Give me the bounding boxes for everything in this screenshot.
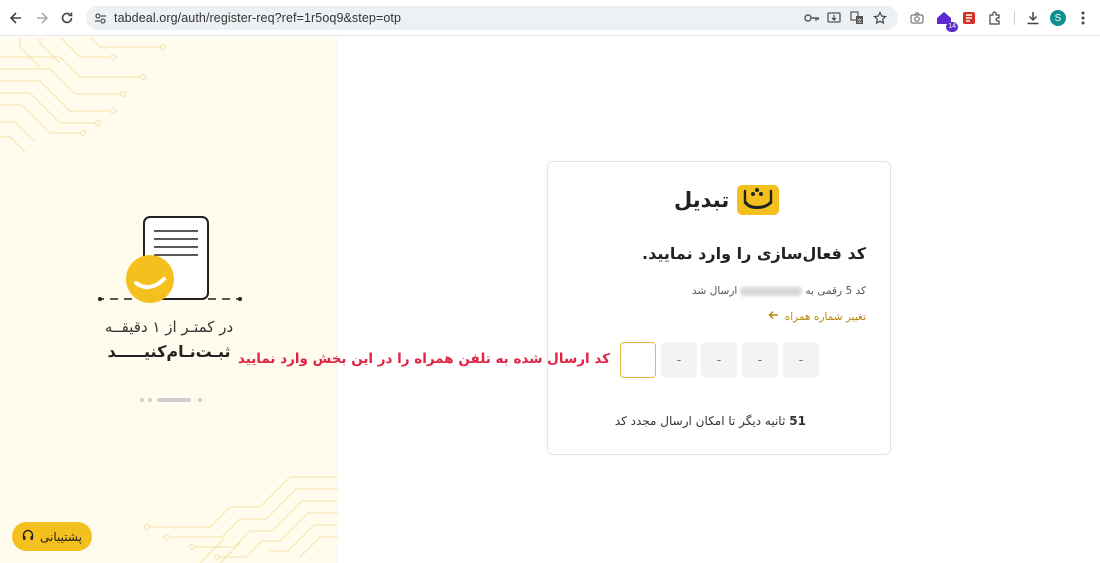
password-key-icon[interactable] xyxy=(804,10,820,26)
sent-suffix: ارسال شد xyxy=(692,285,738,297)
support-button[interactable]: پشتیبانی xyxy=(12,522,92,551)
otp-digit-5[interactable] xyxy=(620,342,656,378)
bookmark-star-icon[interactable] xyxy=(872,10,888,26)
promo-line1: در کمتـر از ۱ دقیقــه xyxy=(104,318,234,336)
circuit-decoration-top xyxy=(0,37,166,153)
back-icon[interactable] xyxy=(6,8,26,28)
download-icon[interactable] xyxy=(1024,9,1042,27)
timer-text: ثانیه دیگر تا امکان ارسال مجدد کد xyxy=(614,414,786,428)
arrow-left-icon xyxy=(768,310,779,323)
address-bar[interactable]: tabdeal.org/auth/register-req?ref=1r5oq9… xyxy=(86,6,898,30)
logo-mark-icon xyxy=(737,185,780,215)
otp-digit-2[interactable]: - xyxy=(742,342,778,378)
site-settings-icon[interactable] xyxy=(92,10,108,26)
forward-icon[interactable] xyxy=(32,8,52,28)
carousel-dots[interactable] xyxy=(140,398,202,402)
promo-panel: در کمتـر از ۱ دقیقــه ثبـت‌نـام‌کنیـــــ… xyxy=(0,37,338,563)
headphones-icon xyxy=(22,529,34,544)
extension-badge: 14 xyxy=(946,22,958,32)
screenshot-camera-icon[interactable] xyxy=(908,9,926,27)
otp-digit-3[interactable]: - xyxy=(701,342,737,378)
change-number-label: تغییر شماره همراه xyxy=(784,310,866,323)
document-check-illustration xyxy=(98,216,242,303)
brand-logo[interactable]: تبدیل xyxy=(674,184,780,216)
extensions-puzzle-icon[interactable] xyxy=(986,9,1004,27)
otp-heading: کد فعال‌سازی را وارد نمایید. xyxy=(642,244,866,263)
sent-prefix: کد 5 رقمی به xyxy=(805,285,866,297)
otp-digit-1[interactable]: - xyxy=(783,342,819,378)
extension-house-icon[interactable]: 14 xyxy=(935,9,958,32)
logo-text: تبدیل xyxy=(674,188,730,212)
extension-red-icon[interactable] xyxy=(960,9,978,27)
masked-phone-number xyxy=(740,286,803,296)
otp-card: تبدیل کد فعال‌سازی را وارد نمایید. کد 5 … xyxy=(547,161,891,455)
carousel-dot[interactable] xyxy=(198,398,202,402)
otp-annotation: کد ارسال شده به تلفن همراه را در این بخش… xyxy=(237,351,610,367)
reload-icon[interactable] xyxy=(57,8,77,28)
carousel-dot-active[interactable] xyxy=(157,398,191,402)
carousel-dot[interactable] xyxy=(148,398,152,402)
profile-avatar[interactable]: S xyxy=(1050,10,1066,26)
change-number-link[interactable]: تغییر شماره همراه xyxy=(768,310,866,323)
translate-icon[interactable]: 文 xyxy=(849,10,865,26)
resend-timer: 51ثانیه دیگر تا امکان ارسال مجدد کد xyxy=(615,414,806,428)
menu-kebab-icon[interactable] xyxy=(1078,9,1088,27)
browser-toolbar: tabdeal.org/auth/register-req?ref=1r5oq9… xyxy=(0,0,1100,36)
toolbar-divider xyxy=(1014,11,1015,25)
otp-digit-4[interactable]: - xyxy=(661,342,697,378)
support-label: پشتیبانی xyxy=(40,529,82,544)
otp-sent-info: کد 5 رقمی به ارسال شد xyxy=(692,285,866,297)
svg-text:文: 文 xyxy=(857,18,862,25)
carousel-dot[interactable] xyxy=(140,398,144,402)
url-text[interactable]: tabdeal.org/auth/register-req?ref=1r5oq9… xyxy=(114,11,401,25)
install-app-icon[interactable] xyxy=(826,10,842,26)
timer-seconds: 51 xyxy=(789,414,806,428)
